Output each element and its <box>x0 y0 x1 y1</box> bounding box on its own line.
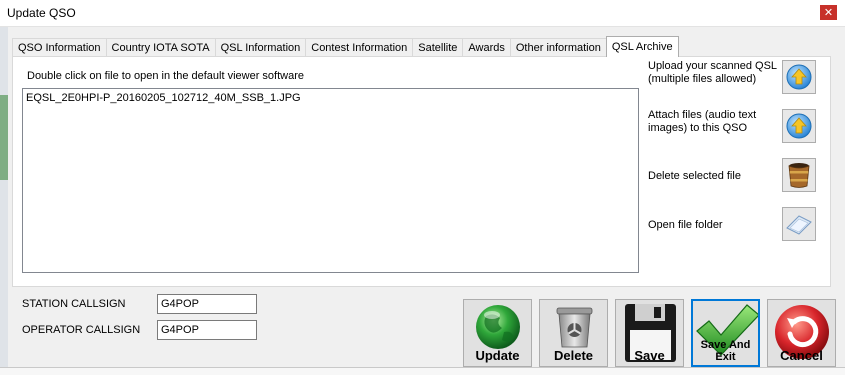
save-and-exit-button-label: Save And Exit <box>700 339 751 363</box>
operator-callsign-label: OPERATOR CALLSIGN <box>22 324 141 336</box>
archive-hint: Double click on file to open in the defa… <box>27 70 304 82</box>
tab-awards[interactable]: Awards <box>462 38 511 57</box>
bucket-icon <box>788 163 810 188</box>
tab-strip: QSO Information Country IOTA SOTA QSL In… <box>12 36 679 57</box>
attach-files-button[interactable] <box>782 109 816 143</box>
station-callsign-input[interactable]: G4POP <box>157 294 257 314</box>
background-app-strip-bottom <box>0 367 845 375</box>
attach-files-label: Attach files (audio text images) to this… <box>648 109 757 134</box>
cancel-button[interactable]: Cancel <box>767 299 836 367</box>
tab-satellite[interactable]: Satellite <box>412 38 464 57</box>
close-icon[interactable]: ✕ <box>820 5 837 20</box>
title-bar: Update QSO ✕ <box>0 0 845 27</box>
upload-arrow-icon <box>786 64 812 90</box>
save-button[interactable]: Save <box>615 299 684 367</box>
tab-qsl-information[interactable]: QSL Information <box>214 38 307 57</box>
upload-qsl-label: Upload your scanned QSL (multiple files … <box>648 60 777 85</box>
save-button-label: Save <box>634 348 665 363</box>
tab-qso-information[interactable]: QSO Information <box>12 38 107 57</box>
save-and-exit-button[interactable]: Save And Exit <box>691 299 760 367</box>
update-button[interactable]: Update <box>463 299 532 367</box>
tab-country-iota-sota[interactable]: Country IOTA SOTA <box>105 38 216 57</box>
update-button-label: Update <box>475 348 520 363</box>
operator-callsign-input[interactable]: G4POP <box>157 320 257 340</box>
qsl-archive-panel: Double click on file to open in the defa… <box>12 56 831 287</box>
open-folder-label: Open file folder <box>648 219 723 231</box>
tab-contest-information[interactable]: Contest Information <box>305 38 414 57</box>
window-title: Update QSO <box>7 6 76 20</box>
delete-button[interactable]: Delete <box>539 299 608 367</box>
upload-qsl-button[interactable] <box>782 60 816 94</box>
background-app-strip <box>0 27 8 375</box>
list-item[interactable]: EQSL_2E0HPI-P_20160205_102712_40M_SSB_1.… <box>26 92 301 104</box>
station-callsign-label: STATION CALLSIGN <box>22 298 126 310</box>
delete-button-label: Delete <box>553 348 594 363</box>
folder-icon <box>786 215 812 235</box>
delete-file-button[interactable] <box>782 158 816 192</box>
file-list[interactable]: EQSL_2E0HPI-P_20160205_102712_40M_SSB_1.… <box>22 88 639 273</box>
tab-other-information[interactable]: Other information <box>509 38 607 57</box>
cancel-button-label: Cancel <box>780 348 823 363</box>
tab-qsl-archive[interactable]: QSL Archive <box>605 36 679 57</box>
delete-file-label: Delete selected file <box>648 170 741 182</box>
upload-arrow-icon <box>786 113 812 139</box>
open-folder-button[interactable] <box>782 207 816 241</box>
